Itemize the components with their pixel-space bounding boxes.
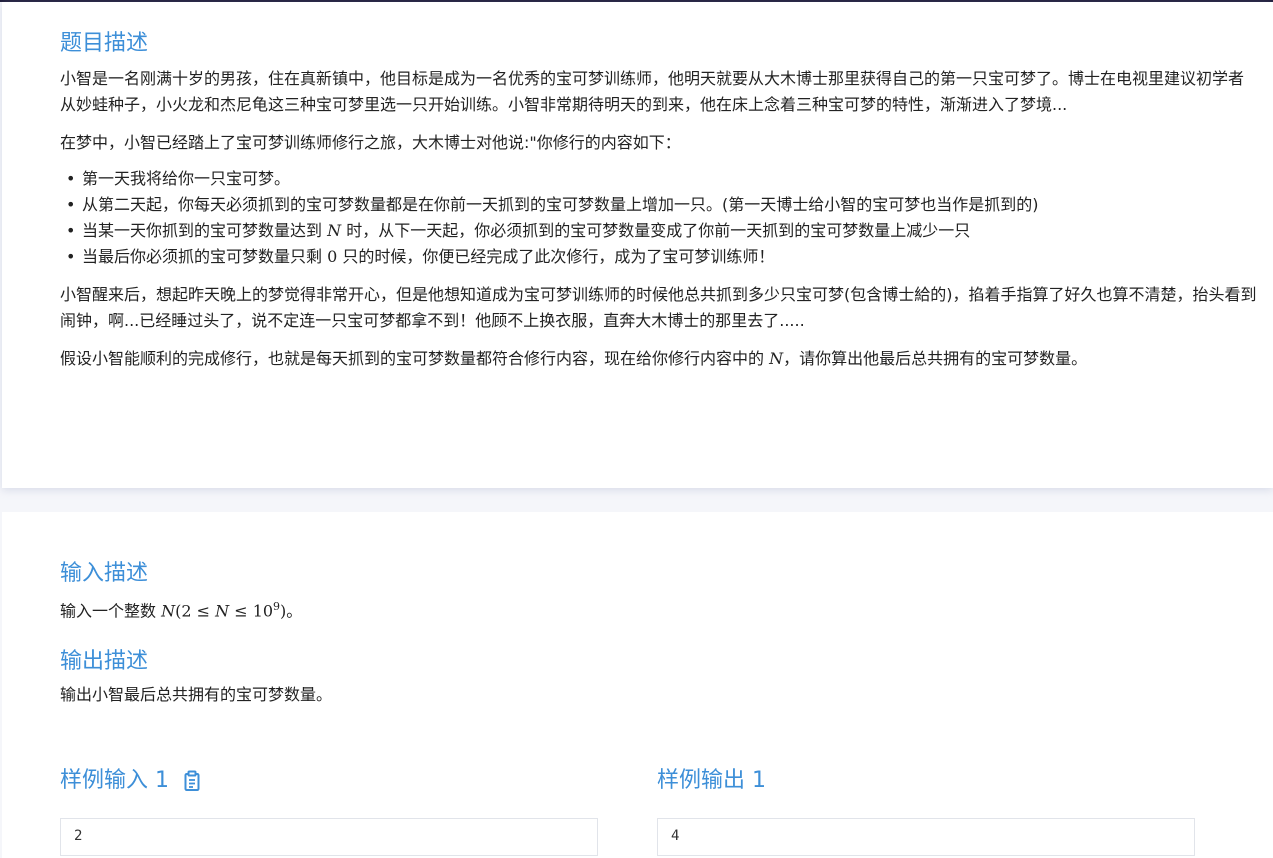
math-le: ≤ 10 bbox=[229, 601, 274, 621]
io-card: 输入描述 输入一个整数 N(2 ≤ N ≤ 109)。 输出描述 输出小智最后总… bbox=[2, 512, 1273, 858]
math-exponent: 9 bbox=[273, 600, 281, 613]
paragraph-text: ，请你算出他最后总共拥有的宝可梦数量。 bbox=[783, 349, 1088, 368]
output-description-text: 输出小智最后总共拥有的宝可梦数量。 bbox=[60, 685, 333, 705]
sample-input-box[interactable]: 2 bbox=[60, 818, 598, 856]
sample-output-title: 样例输出 1 bbox=[657, 768, 766, 793]
problem-paragraph-2: 在梦中，小智已经踏上了宝可梦训练师修行之旅，大木博士对他说:"你修行的内容如下： bbox=[60, 133, 681, 152]
math-variable-n: N bbox=[215, 601, 230, 621]
paragraph-text: 假设小智能顺利的完成修行，也就是每天抓到的宝可梦数量都符合修行内容，现在给你修行… bbox=[60, 349, 765, 368]
input-description-text: 输入一个整数 N(2 ≤ N ≤ 109)。 bbox=[60, 594, 1257, 624]
rule-text: 第一天我将给你一只宝可梦。 bbox=[82, 169, 291, 188]
math-number-zero: 0 bbox=[327, 247, 338, 266]
sample-output-column: 样例输出 1 4 bbox=[657, 765, 1195, 856]
output-description-title: 输出描述 bbox=[60, 649, 149, 675]
problem-paragraph-4: 假设小智能顺利的完成修行，也就是每天抓到的宝可梦数量都符合修行内容，现在给你修行… bbox=[60, 346, 1257, 372]
rule-text: 时，从下一天起，你必须抓到的宝可梦数量变成了你前一天抓到的宝可梦数量上减少一只 bbox=[346, 221, 971, 240]
math-variable-n: N bbox=[327, 221, 342, 240]
list-item: • 当某一天你抓到的宝可梦数量达到 N 时，从下一天起，你必须抓到的宝可梦数量变成… bbox=[66, 221, 971, 240]
list-item: • 从第二天起，你每天必须抓到的宝可梦数量都是在你前一天抓到的宝可梦数量上增加一只… bbox=[66, 195, 1039, 214]
sample-output-header: 样例输出 1 bbox=[657, 765, 766, 797]
problem-paragraph-1: 小智是一名刚满十岁的男孩，住在真新镇中，他目标是成为一名优秀的宝可梦训练师，他明… bbox=[60, 69, 1245, 114]
problem-description-title: 题目描述 bbox=[60, 31, 149, 56]
math-variable-n: N bbox=[769, 349, 784, 368]
rule-text: 从第二天起，你每天必须抓到的宝可梦数量都是在你前一天抓到的宝可梦数量上增加一只。… bbox=[82, 195, 1039, 214]
clipboard-icon[interactable] bbox=[183, 770, 201, 792]
input-text: 输入一个整数 bbox=[60, 601, 157, 621]
sample-input-header: 样例输入 1 bbox=[60, 765, 201, 797]
rule-text: 当某一天你抓到的宝可梦数量达到 bbox=[82, 221, 323, 240]
list-item: • 当最后你必须抓的宝可梦数量只剩 0 只的时候，你便已经完成了此次修行，成为了宝… bbox=[66, 247, 775, 266]
math-variable-n: N bbox=[161, 601, 176, 621]
math-open: (2 ≤ bbox=[175, 601, 216, 621]
sample-input-column: 样例输入 1 2 bbox=[60, 765, 598, 856]
rule-text: 当最后你必须抓的宝可梦数量只剩 bbox=[82, 247, 323, 266]
list-item: • 第一天我将给你一只宝可梦。 bbox=[66, 169, 291, 188]
problem-paragraph-3: 小智醒来后，想起昨天晚上的梦觉得非常开心，但是他想知道成为宝可梦训练师的时候他总… bbox=[60, 285, 1257, 330]
input-description-title: 输入描述 bbox=[60, 561, 149, 586]
sample-input-title: 样例输入 1 bbox=[60, 768, 169, 793]
input-text: 。 bbox=[286, 601, 303, 621]
sample-output-box[interactable]: 4 bbox=[657, 818, 1195, 856]
problem-description-card: 题目描述 小智是一名刚满十岁的男孩，住在真新镇中，他目标是成为一名优秀的宝可梦训… bbox=[2, 2, 1273, 488]
rules-list: • 第一天我将给你一只宝可梦。 • 从第二天起，你每天必须抓到的宝可梦数量都是在你前… bbox=[60, 166, 1257, 270]
rule-text: 只的时候，你便已经完成了此次修行，成为了宝可梦训练师！ bbox=[342, 247, 775, 266]
